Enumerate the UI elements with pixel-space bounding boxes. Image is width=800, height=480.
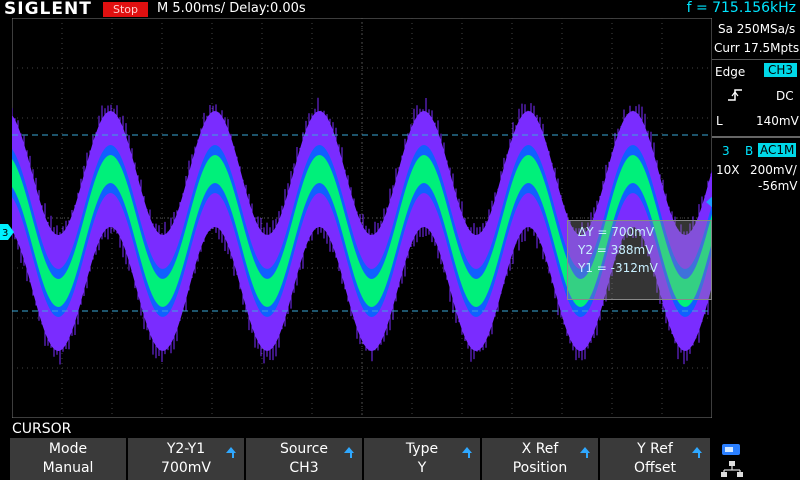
softkey-mode-title: Mode <box>48 441 88 457</box>
softkey-source[interactable]: Source CH3 <box>246 438 364 480</box>
vertical-scale: 200mV/ <box>750 163 797 177</box>
cursor-readout-box: ΔY = 700mV Y2 = 388mV Y1 = -312mV <box>567 220 712 300</box>
softkey-y2-y1[interactable]: Y2-Y1 700mV <box>128 438 246 480</box>
softkey-x-ref-value: Position <box>512 460 568 476</box>
bandwidth-limit-flag: B <box>745 144 754 158</box>
network-icon <box>721 461 743 477</box>
softkey-y-ref-value: Offset <box>633 460 677 476</box>
probe-attenuation: 10X <box>716 163 740 177</box>
adjust-arrow-stem-icon <box>350 453 352 458</box>
softkey-x-ref[interactable]: X Ref Position <box>482 438 600 480</box>
memory-depth: Curr 17.5Mpts <box>714 41 800 55</box>
channel-3-marker-icon[interactable]: 3 <box>0 224 14 240</box>
softkey-source-value: CH3 <box>289 460 319 476</box>
brand-logo: SIGLENT <box>4 0 92 19</box>
waveform-display[interactable] <box>12 18 712 418</box>
timebase-readout: M 5.00ms/ Delay:0.00s <box>157 1 306 16</box>
cursor-y1-readout: Y1 = -312mV <box>578 261 658 275</box>
sample-rate: Sa 250MSa/s <box>718 22 796 36</box>
adjust-arrow-icon <box>580 447 590 453</box>
right-info-panel: Sa 250MSa/s Curr 17.5Mpts Edge CH3 DC L … <box>712 18 800 418</box>
adjust-arrow-stem-icon <box>468 453 470 458</box>
menu-title: CURSOR <box>12 421 72 437</box>
frequency-counter: f = 715.156kHz <box>686 0 796 16</box>
rising-edge-icon <box>728 89 742 101</box>
trigger-coupling: DC <box>776 89 794 103</box>
softkey-type-value: Y <box>417 460 427 476</box>
adjust-arrow-icon <box>692 447 702 453</box>
channel-coupling[interactable]: AC1M <box>758 143 797 157</box>
softkey-mode[interactable]: Mode Manual <box>10 438 128 480</box>
svg-text:3: 3 <box>2 228 8 239</box>
trigger-level-prefix: L <box>716 114 723 128</box>
adjust-arrow-stem-icon <box>698 453 700 458</box>
softkey-bar: Mode Manual Y2-Y1 700mV Source CH3 Type … <box>0 438 800 480</box>
cursor-y2-readout: Y2 = 388mV <box>578 243 654 257</box>
trigger-type[interactable]: Edge <box>715 65 745 79</box>
trigger-source[interactable]: CH3 <box>764 63 798 77</box>
cursor-delta-readout: ΔY = 700mV <box>578 225 655 239</box>
usb-icon <box>722 444 740 455</box>
adjust-arrow-icon <box>462 447 472 453</box>
adjust-arrow-stem-icon <box>232 453 234 458</box>
run-status-badge[interactable]: Stop <box>103 2 148 17</box>
adjust-arrow-icon <box>226 447 236 453</box>
trigger-level: 140mV <box>756 114 799 128</box>
softkey-type[interactable]: Type Y <box>364 438 482 480</box>
softkey-y-ref[interactable]: Y Ref Offset <box>600 438 712 480</box>
softkey-y2-y1-value: 700mV <box>161 460 211 476</box>
channel-number[interactable]: 3 <box>722 144 730 158</box>
adjust-arrow-stem-icon <box>586 453 588 458</box>
top-status-bar: SIGLENT Stop M 5.00ms/ Delay:0.00s f = 7… <box>0 0 800 19</box>
softkey-mode-value: Manual <box>42 460 94 476</box>
vertical-offset: -56mV <box>758 179 798 193</box>
adjust-arrow-icon <box>344 447 354 453</box>
